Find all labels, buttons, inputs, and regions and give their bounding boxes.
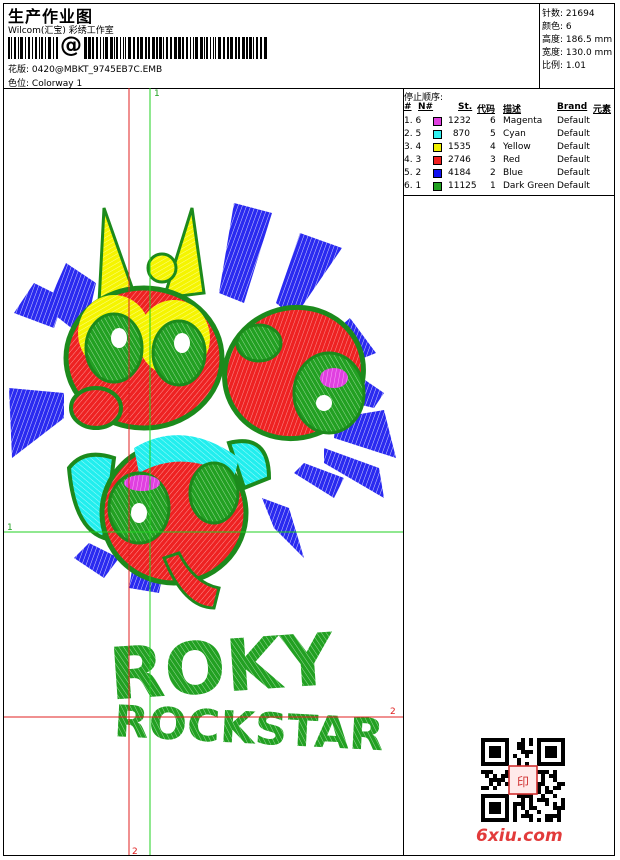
- guide-label-h2: 2: [390, 707, 396, 717]
- svg-text:印: 印: [517, 775, 529, 789]
- row-index: 4. 3: [404, 155, 422, 165]
- row-code: 1: [490, 181, 496, 191]
- row-code: 6: [490, 116, 496, 126]
- barcode-bars-right: [84, 37, 267, 59]
- row-code: 4: [490, 142, 496, 152]
- color-swatch: [433, 182, 442, 191]
- color-swatch: [433, 169, 442, 178]
- row-brand: Default: [557, 142, 590, 152]
- sequence-row: 6. 1 11125 1 Dark Green Default: [404, 181, 614, 194]
- character-bottom: [66, 435, 272, 610]
- qr-code-icon: 印: [481, 738, 565, 822]
- sequence-row: 4. 3 2746 3 Red Default: [404, 155, 614, 168]
- guide-label-v1: 1: [154, 89, 160, 99]
- row-stitches: 1535: [448, 142, 471, 152]
- stat-stitches: 针数: 21694: [542, 9, 595, 19]
- col-element: 元素: [593, 105, 612, 115]
- row-stitches: 4184: [448, 168, 471, 178]
- row-index: 1. 6: [404, 116, 422, 126]
- row-index: 2. 5: [404, 129, 422, 139]
- sequence-row: 2. 5 870 5 Cyan Default: [404, 129, 614, 142]
- row-code: 5: [490, 129, 496, 139]
- color-swatch: [433, 143, 442, 152]
- row-description: Dark Green: [503, 181, 555, 191]
- sequence-row: 5. 2 4184 2 Blue Default: [404, 168, 614, 181]
- col-needle: N#: [418, 102, 434, 112]
- row-description: Blue: [503, 168, 523, 178]
- row-index: 6. 1: [404, 181, 422, 191]
- col-brand: Brand: [557, 102, 588, 112]
- stat-scale: 比例: 1.01: [542, 61, 586, 71]
- col-description: 描述: [503, 105, 522, 115]
- barcode-at-symbol: @: [60, 33, 82, 58]
- watermark-logo: 6xiu.com: [476, 826, 563, 846]
- col-stitches: St.: [458, 102, 473, 112]
- sequence-row: 3. 4 1535 4 Yellow Default: [404, 142, 614, 155]
- row-index: 5. 2: [404, 168, 422, 178]
- barcode-bars-left: [8, 37, 58, 59]
- table-bottom-divider: [403, 195, 615, 196]
- row-description: Cyan: [503, 129, 526, 139]
- row-stitches: 2746: [448, 155, 471, 165]
- row-brand: Default: [557, 181, 590, 191]
- row-code: 2: [490, 168, 496, 178]
- row-brand: Default: [557, 116, 590, 126]
- stat-colors: 颜色: 6: [542, 22, 572, 32]
- row-code: 3: [490, 155, 496, 165]
- barcode: @: [8, 33, 270, 59]
- row-brand: Default: [557, 129, 590, 139]
- stat-height: 高度: 186.5 mm: [542, 35, 613, 45]
- row-brand: Default: [557, 168, 590, 178]
- embroidery-canvas: ROKY ROCKSTAR 1 2 1 2: [4, 88, 403, 855]
- row-stitches: 870: [452, 129, 470, 139]
- stat-width: 宽度: 130.0 mm: [542, 48, 613, 58]
- color-swatch: [433, 156, 442, 165]
- design-value: 0420@MBKT_9745EB7C.EMB: [31, 65, 163, 75]
- character-left: [63, 285, 225, 431]
- color-swatch: [433, 117, 442, 126]
- color-swatch: [433, 130, 442, 139]
- stats-divider: [539, 4, 540, 88]
- guide-label-h1: 1: [7, 523, 13, 533]
- row-description: Magenta: [503, 116, 543, 126]
- col-code: 代码: [477, 105, 496, 115]
- row-brand: Default: [557, 155, 590, 165]
- row-description: Yellow: [503, 142, 531, 152]
- guide-label-v2: 2: [132, 847, 138, 855]
- row-index: 3. 4: [404, 142, 422, 152]
- row-stitches: 1232: [448, 116, 471, 126]
- design-line: 花版: 0420@MBKT_9745EB7C.EMB: [8, 62, 162, 75]
- design-text-line2: ROCKSTAR: [113, 696, 385, 761]
- canvas-right-divider: [403, 88, 404, 855]
- row-stitches: 11125: [448, 181, 477, 191]
- design-label: 花版:: [8, 65, 30, 75]
- row-description: Red: [503, 155, 521, 165]
- sequence-row: 1. 6 1232 6 Magenta Default: [404, 116, 614, 129]
- col-index: #: [404, 102, 412, 112]
